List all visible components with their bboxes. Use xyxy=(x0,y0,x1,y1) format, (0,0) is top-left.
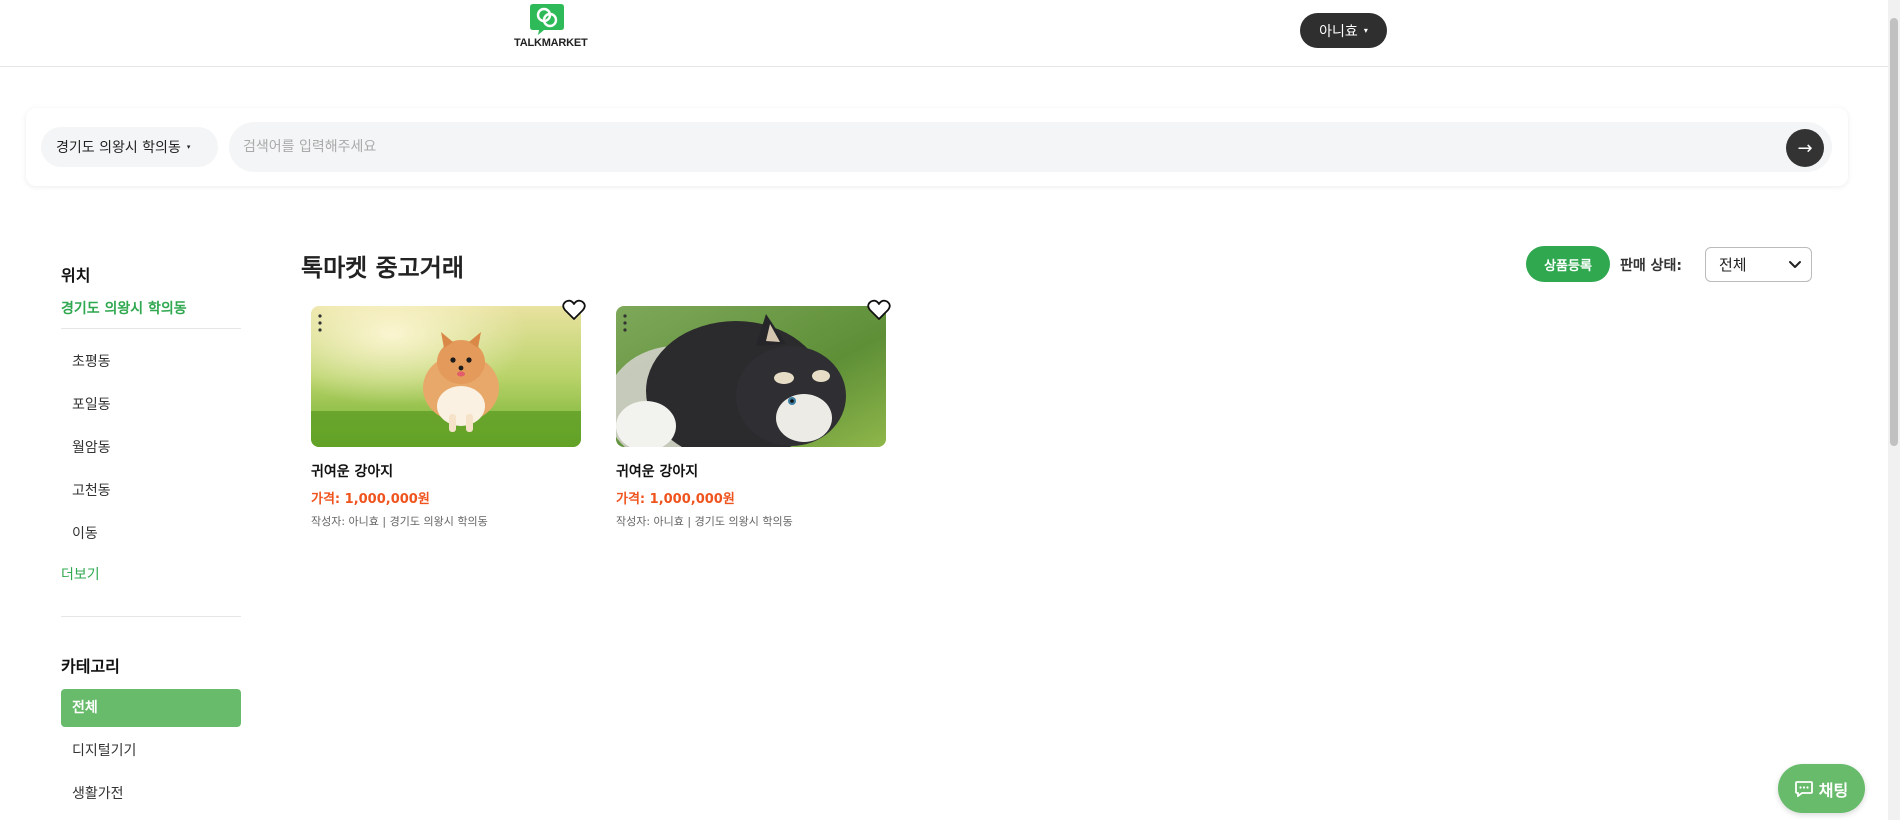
dong-item[interactable]: 월암동 xyxy=(61,427,241,470)
top-header: TALKMARKET 아니효 ▾ xyxy=(0,0,1888,67)
sale-status-select[interactable]: 전체 xyxy=(1705,247,1812,282)
chat-button[interactable]: 채팅 xyxy=(1778,764,1865,813)
search-submit-button[interactable]: → xyxy=(1786,129,1824,167)
chat-button-label: 채팅 xyxy=(1818,780,1849,800)
heart-icon[interactable] xyxy=(867,299,891,321)
dong-item[interactable]: 포일동 xyxy=(61,384,241,427)
more-options-icon[interactable] xyxy=(318,314,322,332)
product-meta: 작성자: 아니효 | 경기도 의왕시 학의동 xyxy=(311,515,488,528)
product-image[interactable] xyxy=(311,306,581,447)
search-bar: 경기도 의왕시 학의동 ▾ → xyxy=(26,108,1848,186)
logo-text: TALKMARKET xyxy=(514,37,588,49)
category-item-all[interactable]: 전체 xyxy=(61,689,241,727)
product-card[interactable]: 귀여운 강아지 가격: 1,000,000원 작성자: 아니효 | 경기도 의왕… xyxy=(311,299,586,529)
product-title[interactable]: 귀여운 강아지 xyxy=(311,461,581,481)
sale-status-value: 전체 xyxy=(1719,256,1747,274)
search-input[interactable] xyxy=(243,122,1743,172)
product-card[interactable]: 귀여운 강아지 가격: 1,000,000원 작성자: 아니효 | 경기도 의왕… xyxy=(616,299,891,529)
husky-puppy-photo xyxy=(616,306,886,447)
dong-item[interactable]: 이동 xyxy=(61,513,241,556)
chat-bubble-icon xyxy=(1794,780,1813,797)
chevron-down-icon xyxy=(1789,261,1801,268)
location-selector-label: 경기도 의왕시 학의동 xyxy=(56,140,181,156)
product-image[interactable] xyxy=(616,306,886,447)
product-price: 가격: 1,000,000원 xyxy=(311,492,430,507)
location-heading: 위치 xyxy=(61,266,91,285)
dong-item[interactable]: 고천동 xyxy=(61,470,241,513)
pomeranian-photo xyxy=(311,306,581,447)
search-field: → xyxy=(229,122,1832,172)
user-menu-button[interactable]: 아니효 ▾ xyxy=(1300,13,1387,48)
dong-list: 초평동 포일동 월암동 고천동 이동 xyxy=(61,341,241,556)
sale-status-label: 판매 상태: xyxy=(1620,258,1682,274)
product-title[interactable]: 귀여운 강아지 xyxy=(616,461,886,481)
sidebar-divider xyxy=(61,616,241,617)
caret-down-icon: ▾ xyxy=(186,143,191,151)
current-location[interactable]: 경기도 의왕시 학의동 xyxy=(61,298,241,329)
talkmarket-logo[interactable]: TALKMARKET xyxy=(514,4,588,49)
category-item-digital[interactable]: 디지털기기 xyxy=(61,732,241,770)
dong-item[interactable]: 초평동 xyxy=(61,341,241,384)
product-meta: 작성자: 아니효 | 경기도 의왕시 학의동 xyxy=(616,515,793,528)
heart-icon[interactable] xyxy=(562,299,586,321)
page-title: 톡마켓 중고거래 xyxy=(301,254,464,282)
product-price: 가격: 1,000,000원 xyxy=(616,492,735,507)
more-locations-link[interactable]: 더보기 xyxy=(61,560,241,590)
more-options-icon[interactable] xyxy=(623,314,627,332)
page-scrollbar[interactable] xyxy=(1888,0,1900,820)
register-product-button[interactable]: 상품등록 xyxy=(1526,246,1610,282)
category-heading: 카테고리 xyxy=(61,657,120,676)
scrollbar-thumb[interactable] xyxy=(1890,18,1898,446)
location-selector[interactable]: 경기도 의왕시 학의동 ▾ xyxy=(41,127,218,167)
user-name: 아니효 xyxy=(1319,23,1358,40)
logo-icon xyxy=(530,4,564,35)
caret-down-icon: ▾ xyxy=(1363,26,1368,35)
arrow-right-icon: → xyxy=(1797,137,1813,159)
category-list: 전체 디지털기기 생활가전 xyxy=(61,689,241,813)
filter-sidebar: 위치 경기도 의왕시 학의동 초평동 포일동 월암동 고천동 이동 더보기 카테… xyxy=(61,262,241,818)
category-item-appliances[interactable]: 생활가전 xyxy=(61,775,241,813)
